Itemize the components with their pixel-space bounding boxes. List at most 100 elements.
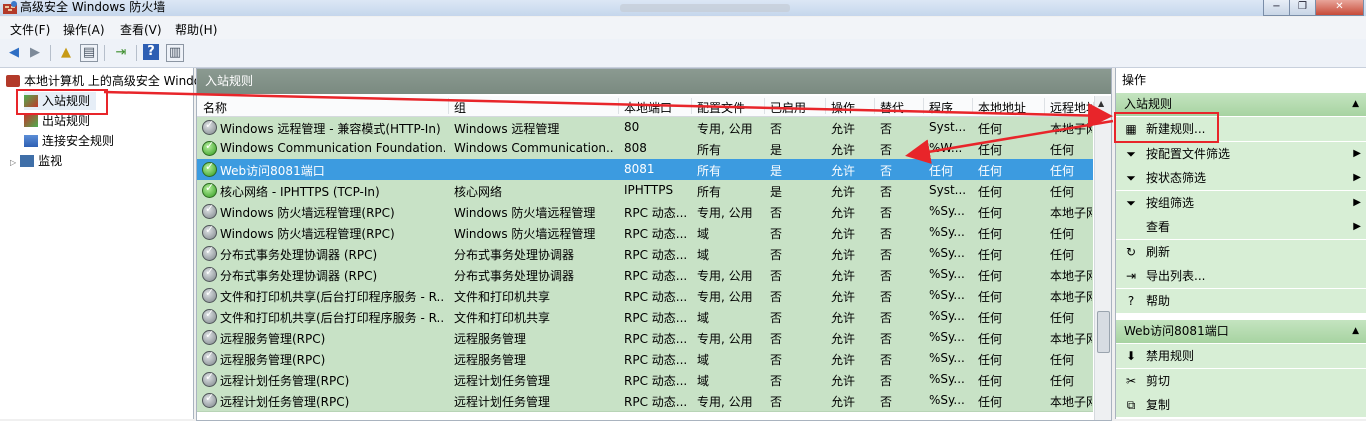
export-icon[interactable]: ⇥ <box>112 44 130 62</box>
action-item[interactable]: 查看 ▶ <box>1116 215 1366 239</box>
cell-action: 允许 <box>831 311 856 325</box>
up-folder-icon[interactable]: ▲ <box>57 44 75 62</box>
cell-port: RPC 动态... <box>624 311 688 325</box>
column-divider[interactable] <box>874 98 875 114</box>
column-header-enabled[interactable]: 已启用 <box>770 99 806 116</box>
action-item[interactable]: ⏷ 按配置文件筛选 ▶ <box>1116 141 1366 166</box>
cell-enabled: 否 <box>770 206 783 220</box>
column-header-remote-address[interactable]: 远程地址 <box>1050 99 1098 116</box>
column-header-profile[interactable]: 配置文件 <box>697 99 745 116</box>
table-row[interactable]: 文件和打印机共享(后台打印程序服务 - R... 文件和打印机共享 RPC 动态..… <box>197 306 1093 328</box>
scroll-up-icon[interactable]: ▲ <box>1098 99 1104 108</box>
cell-group: 远程计划任务管理 <box>454 374 551 388</box>
cell-program: %Sy... <box>929 225 965 239</box>
action-item[interactable]: ⧉ 复制 <box>1116 393 1366 417</box>
cell-program: %Sy... <box>929 351 965 365</box>
cell-local: 任何 <box>978 143 1003 157</box>
table-row[interactable]: 远程计划任务管理(RPC) 远程计划任务管理 RPC 动态... 域 否 允许 否 %Sy..… <box>197 369 1093 391</box>
cell-override: 否 <box>880 248 893 262</box>
help-icon[interactable]: ? <box>143 44 159 60</box>
column-divider[interactable] <box>825 98 826 114</box>
column-header-local-port[interactable]: 本地端口 <box>624 99 672 116</box>
table-row[interactable]: 核心网络 - IPHTTPS (TCP-In) 核心网络 IPHTTPS 所有 是 允许 否… <box>197 180 1093 202</box>
cell-enabled: 是 <box>770 164 783 178</box>
minimize-button[interactable]: − <box>1263 0 1290 16</box>
table-row[interactable]: 分布式事务处理协调器 (RPC) 分布式事务处理协调器 RPC 动态... 域 否 允许 否… <box>197 243 1093 265</box>
show-hide-action-pane-icon[interactable]: ▥ <box>166 44 184 62</box>
collapse-icon[interactable]: ▲ <box>1344 320 1359 343</box>
table-row[interactable]: 远程计划任务管理(RPC) 远程计划任务管理 RPC 动态... 专用, 公用 否 允许 否… <box>197 390 1093 412</box>
table-row[interactable]: 分布式事务处理协调器 (RPC) 分布式事务处理协调器 RPC 动态... 专用, 公… <box>197 264 1093 286</box>
table-row[interactable]: Windows 防火墙远程管理(RPC) Windows 防火墙远程管理 RPC 动… <box>197 201 1093 223</box>
action-item[interactable]: ⏷ 按组筛选 ▶ <box>1116 190 1366 215</box>
column-header-action[interactable]: 操作 <box>831 99 855 116</box>
action-item[interactable]: ✂ 剪切 <box>1116 368 1366 393</box>
disabled-rule-icon <box>202 244 217 261</box>
cell-action: 允许 <box>831 290 856 304</box>
cell-override: 否 <box>880 290 893 304</box>
show-hide-tree-icon[interactable]: ▤ <box>80 44 98 62</box>
column-divider[interactable] <box>764 98 765 114</box>
cell-local: 任何 <box>978 206 1003 220</box>
action-item[interactable]: ▦ 新建规则... <box>1116 117 1366 141</box>
menu-action[interactable]: 操作(A) <box>63 21 105 38</box>
close-button[interactable]: ✕ <box>1315 0 1364 16</box>
action-item[interactable]: ↻ 刷新 <box>1116 239 1366 264</box>
action-item[interactable]: ⇥ 导出列表... <box>1116 264 1366 288</box>
column-divider[interactable] <box>923 98 924 114</box>
column-header-name[interactable]: 名称 <box>203 99 227 116</box>
new-rule-icon: ▦ <box>1125 122 1137 136</box>
column-header-override[interactable]: 替代 <box>880 99 904 116</box>
table-row[interactable]: Windows Communication Foundation... Windo… <box>197 138 1093 160</box>
tree-item-connection-security[interactable]: 连接安全规则 <box>24 132 114 150</box>
cell-group: 核心网络 <box>454 185 503 199</box>
cell-port: RPC 动态... <box>624 332 688 346</box>
menu-help[interactable]: 帮助(H) <box>175 21 217 38</box>
cell-action: 允许 <box>831 248 856 262</box>
cell-remote: 本地子网 <box>1050 395 1092 409</box>
pane-header: 入站规则 <box>197 69 1111 94</box>
expand-icon[interactable]: ▷ <box>10 158 16 167</box>
back-icon[interactable]: ◀ <box>5 44 23 62</box>
column-divider[interactable] <box>1044 98 1045 114</box>
table-row[interactable]: 远程服务管理(RPC) 远程服务管理 RPC 动态... 域 否 允许 否 %Sy... 任何 任… <box>197 348 1093 370</box>
tree-item-monitor[interactable]: ▷ 监视 <box>10 152 62 170</box>
action-item[interactable]: ? 帮助 <box>1116 288 1366 313</box>
collapse-icon[interactable]: ▲ <box>1344 93 1359 116</box>
cell-group: 分布式事务处理协调器 <box>454 269 575 283</box>
tree-item-outbound-rules[interactable]: 出站规则 <box>24 112 90 130</box>
action-label: 按状态筛选 <box>1146 171 1207 185</box>
table-row[interactable]: Windows 远程管理 - 兼容模式(HTTP-In) Windows 远程管理… <box>197 117 1093 139</box>
scrollbar-thumb[interactable] <box>1097 311 1110 353</box>
column-divider[interactable] <box>448 98 449 114</box>
column-header-program[interactable]: 程序 <box>929 99 953 116</box>
menu-file[interactable]: 文件(F) <box>10 21 50 38</box>
action-item[interactable]: ⏷ 按状态筛选 ▶ <box>1116 166 1366 190</box>
section-label: 入站规则 <box>1124 97 1173 111</box>
menu-view[interactable]: 查看(V) <box>120 21 162 38</box>
column-header-local-address[interactable]: 本地地址 <box>978 99 1026 116</box>
column-divider[interactable] <box>618 98 619 114</box>
tree-item-inbound-rules[interactable]: 入站规则 <box>24 92 97 110</box>
column-divider[interactable] <box>972 98 973 114</box>
actions-section-selected-rule[interactable]: Web访问8081端口 ▲ <box>1116 320 1366 343</box>
table-row[interactable]: 文件和打印机共享(后台打印程序服务 - R... 文件和打印机共享 RPC 动态..… <box>197 285 1093 307</box>
cell-local: 任何 <box>978 374 1003 388</box>
table-row[interactable]: 远程服务管理(RPC) 远程服务管理 RPC 动态... 专用, 公用 否 允许 否 %Sy.… <box>197 327 1093 349</box>
action-item[interactable]: ⬇ 禁用规则 <box>1116 344 1366 368</box>
cell-profile: 域 <box>697 248 710 262</box>
actions-section-inbound[interactable]: 入站规则 ▲ <box>1116 93 1366 116</box>
disabled-rule-icon <box>202 370 217 387</box>
table-row[interactable]: Windows 防火墙远程管理(RPC) Windows 防火墙远程管理 RPC 动… <box>197 222 1093 244</box>
column-header-group[interactable]: 组 <box>454 99 466 116</box>
action-label: 剪切 <box>1146 373 1171 388</box>
cell-action: 允许 <box>831 143 856 157</box>
restore-button[interactable]: ❐ <box>1289 0 1316 16</box>
cell-profile: 域 <box>697 311 710 325</box>
disabled-rule-icon <box>202 118 217 135</box>
column-divider[interactable] <box>691 98 692 114</box>
vertical-scrollbar[interactable]: ▲ <box>1094 96 1111 420</box>
tree-item-label: 连接安全规则 <box>42 134 115 148</box>
table-row[interactable]: Web访问8081端口 8081 所有 是 允许 否 任何 任何 任何 <box>197 159 1093 181</box>
forward-icon[interactable]: ▶ <box>26 44 44 62</box>
